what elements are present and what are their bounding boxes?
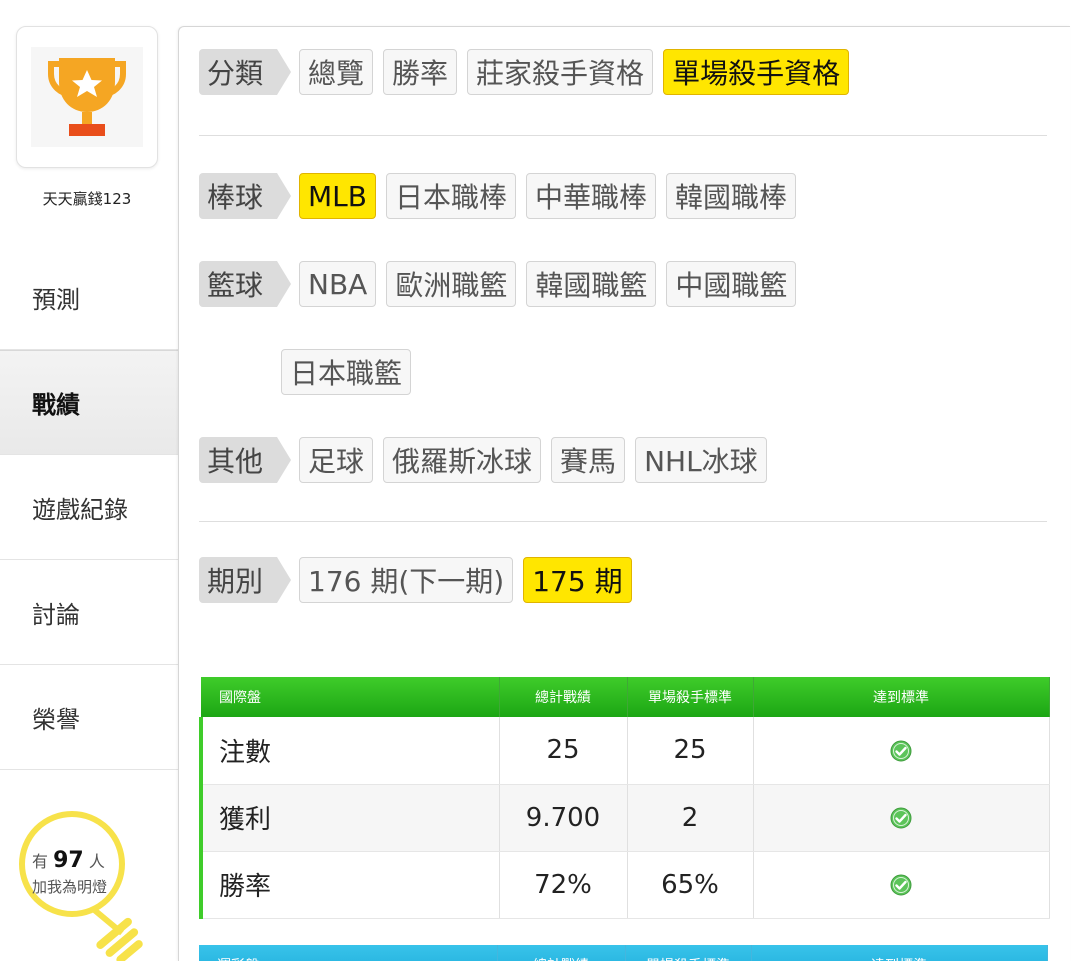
chip-banker-killer[interactable]: 莊家殺手資格 bbox=[467, 49, 654, 95]
trophy-icon bbox=[48, 58, 126, 136]
header-standard: 單場殺手標準 bbox=[627, 677, 754, 717]
row-total: 25 bbox=[499, 717, 628, 785]
divider bbox=[199, 521, 1047, 522]
nav-discussion-label: 討論 bbox=[32, 600, 80, 629]
chip-kbl[interactable]: 韓國職籃 bbox=[526, 261, 657, 307]
table-row: 獲利 9.700 2 bbox=[199, 784, 1050, 852]
chip-kbo[interactable]: 韓國職棒 bbox=[666, 173, 797, 219]
chip-period-next[interactable]: 176 期(下一期) bbox=[299, 557, 514, 603]
nav-record[interactable]: 戰績 bbox=[0, 350, 178, 455]
chip-cpbl[interactable]: 中華職棒 bbox=[526, 173, 657, 219]
table-header-row: 國際盤 總計戰績 單場殺手標準 達到標準 bbox=[201, 677, 1050, 717]
mentor-bulb[interactable]: 有 97 人 加我為明燈 bbox=[14, 808, 154, 961]
header-international: 國際盤 bbox=[201, 677, 500, 717]
mentor-number: 97 bbox=[53, 848, 84, 873]
trophy-avatar bbox=[31, 47, 143, 147]
baseball-filter-row: 棒球 MLB 日本職棒 中華職棒 韓國職棒 bbox=[199, 173, 806, 219]
table-row: 勝率 72% 65% bbox=[199, 851, 1050, 919]
header-total: 總計戰績 bbox=[497, 945, 626, 961]
chip-mlb[interactable]: MLB bbox=[299, 173, 376, 219]
header-total: 總計戰績 bbox=[499, 677, 628, 717]
row-standard: 2 bbox=[627, 784, 754, 852]
table-row: 注數 25 25 bbox=[199, 717, 1050, 785]
header-lottery: 運彩盤 bbox=[199, 945, 498, 961]
header-standard: 單場殺手標準 bbox=[625, 945, 752, 961]
sidebar: 天天贏錢123 預測 戰績 遊戲紀錄 討論 榮譽 有 97 人 加我為明燈 bbox=[0, 0, 178, 961]
chip-period-current[interactable]: 175 期 bbox=[523, 557, 632, 603]
chip-bleague[interactable]: 日本職籃 bbox=[281, 349, 412, 395]
period-filter-row: 期別 176 期(下一期) 175 期 bbox=[199, 557, 642, 603]
row-standard: 25 bbox=[627, 717, 754, 785]
username: 天天贏錢123 bbox=[42, 190, 132, 208]
basketball-filter-row-2: 日本職籃 bbox=[281, 349, 421, 395]
chip-overview[interactable]: 總覽 bbox=[299, 49, 374, 95]
chip-win-rate[interactable]: 勝率 bbox=[383, 49, 458, 95]
nav-honor-label: 榮譽 bbox=[32, 705, 80, 734]
chip-single-killer[interactable]: 單場殺手資格 bbox=[663, 49, 850, 95]
row-standard: 65% bbox=[627, 851, 754, 919]
nav-record-label: 戰績 bbox=[32, 391, 80, 419]
header-met: 達到標準 bbox=[751, 945, 1048, 961]
chip-npb[interactable]: 日本職棒 bbox=[385, 173, 516, 219]
check-circle-icon bbox=[890, 807, 912, 829]
row-met bbox=[753, 784, 1050, 852]
divider bbox=[199, 135, 1047, 136]
mentor-count: 有 97 人 bbox=[32, 848, 105, 873]
baseball-label: 棒球 bbox=[199, 173, 292, 219]
chip-cba[interactable]: 中國職籃 bbox=[666, 261, 797, 307]
check-circle-icon bbox=[890, 874, 912, 896]
category-label: 分類 bbox=[199, 49, 292, 95]
chip-soccer[interactable]: 足球 bbox=[299, 437, 374, 483]
row-label: 獲利 bbox=[199, 784, 500, 852]
chip-euroleague[interactable]: 歐洲職籃 bbox=[386, 261, 517, 307]
period-label: 期別 bbox=[199, 557, 292, 603]
row-met bbox=[753, 717, 1050, 785]
nav-game-history-label: 遊戲紀錄 bbox=[32, 495, 128, 524]
nav-discussion[interactable]: 討論 bbox=[0, 560, 178, 665]
mentor-prefix: 有 bbox=[32, 852, 49, 871]
nav-prediction[interactable]: 預測 bbox=[0, 245, 178, 350]
mentor-suffix: 人 bbox=[88, 852, 105, 871]
international-stats-table: 國際盤 總計戰績 單場殺手標準 達到標準 注數 25 25 獲利 9.700 2 bbox=[199, 677, 1050, 919]
other-label: 其他 bbox=[199, 437, 292, 483]
table-header-row: 運彩盤 總計戰績 單場殺手標準 達到標準 bbox=[199, 945, 1048, 961]
nav-prediction-label: 預測 bbox=[32, 285, 80, 314]
check-circle-icon bbox=[890, 740, 912, 762]
lottery-stats-table: 運彩盤 總計戰績 單場殺手標準 達到標準 bbox=[199, 945, 1048, 961]
main-panel: 分類 總覽 勝率 莊家殺手資格 單場殺手資格 棒球 MLB 日本職棒 中華職棒 … bbox=[178, 26, 1070, 961]
header-met: 達到標準 bbox=[753, 677, 1050, 717]
row-label: 勝率 bbox=[199, 851, 500, 919]
row-total: 9.700 bbox=[499, 784, 628, 852]
basketball-filter-row: 籃球 NBA 歐洲職籃 韓國職籃 中國職籃 bbox=[199, 261, 806, 307]
row-label: 注數 bbox=[199, 717, 500, 785]
row-total: 72% bbox=[499, 851, 628, 919]
chip-nhl[interactable]: NHL冰球 bbox=[635, 437, 767, 483]
chip-horse-racing[interactable]: 賽馬 bbox=[551, 437, 626, 483]
chip-khl[interactable]: 俄羅斯冰球 bbox=[383, 437, 542, 483]
row-met bbox=[753, 851, 1050, 919]
chip-nba[interactable]: NBA bbox=[299, 261, 377, 307]
avatar[interactable] bbox=[16, 26, 158, 168]
other-filter-row: 其他 足球 俄羅斯冰球 賽馬 NHL冰球 bbox=[199, 437, 777, 483]
mentor-caption: 加我為明燈 bbox=[32, 878, 108, 896]
category-filter-row: 分類 總覽 勝率 莊家殺手資格 單場殺手資格 bbox=[199, 49, 859, 95]
basketball-label: 籃球 bbox=[199, 261, 292, 307]
nav-honor[interactable]: 榮譽 bbox=[0, 665, 178, 770]
nav-game-history[interactable]: 遊戲紀錄 bbox=[0, 455, 178, 560]
